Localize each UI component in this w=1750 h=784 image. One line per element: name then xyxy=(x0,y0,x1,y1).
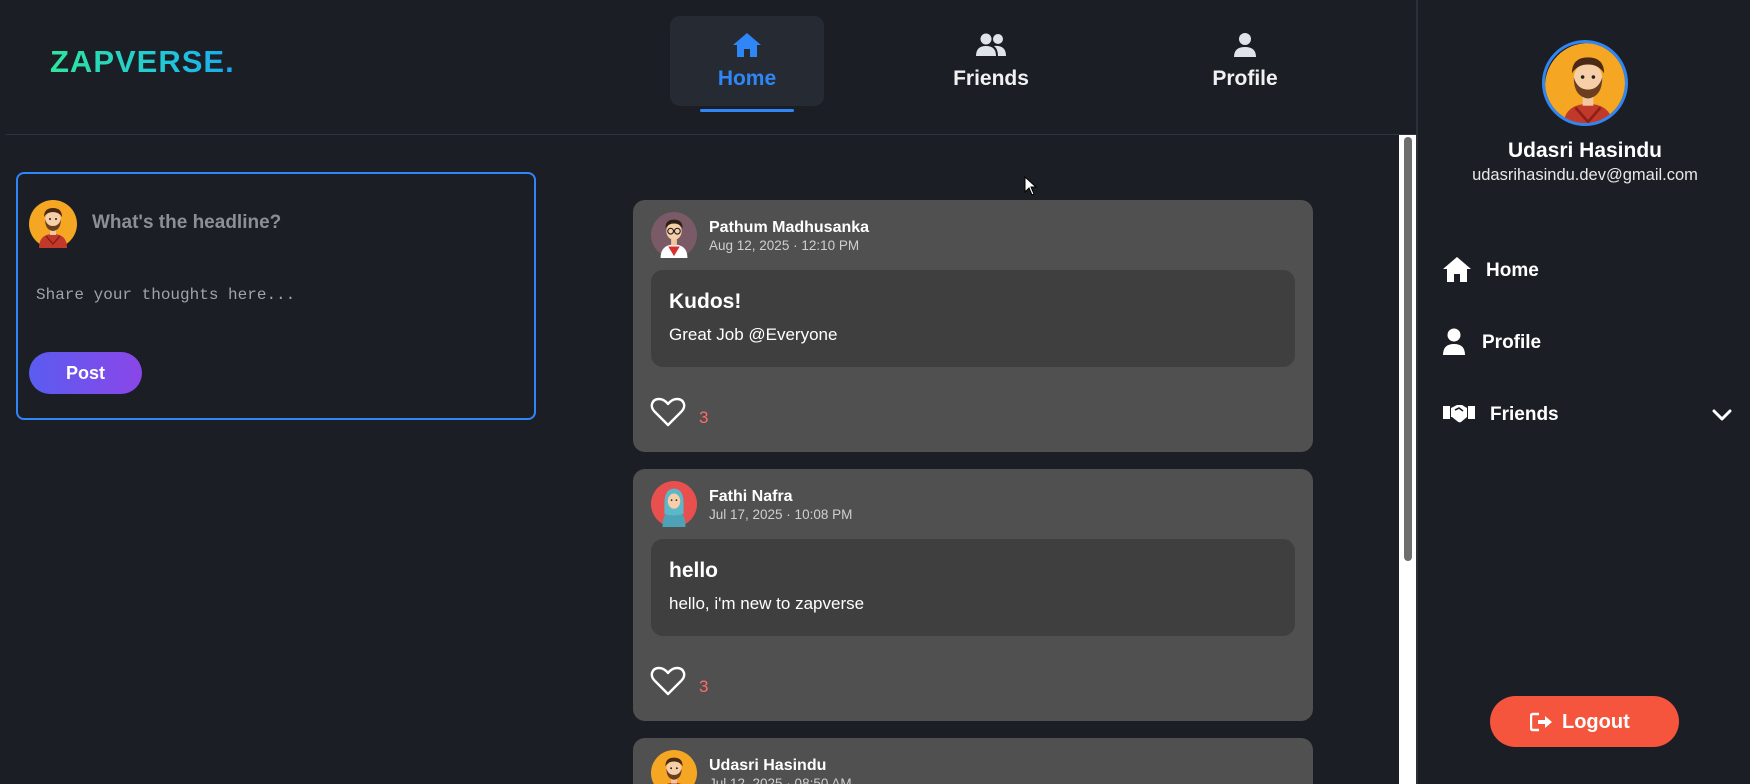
active-tab-indicator xyxy=(700,109,794,112)
like-count: 3 xyxy=(699,677,709,696)
logout-button[interactable]: Logout xyxy=(1490,696,1679,747)
logout-label: Logout xyxy=(1562,711,1630,733)
sidebar-item-label: Friends xyxy=(1490,404,1559,425)
author-avatar[interactable] xyxy=(651,750,697,784)
home-icon xyxy=(732,32,762,63)
user-name: Udasri Hasindu xyxy=(1507,139,1663,162)
nav-tab-label: Friends xyxy=(953,67,1029,90)
main-area: ZAPVERSE. Home Friends Profile What's th… xyxy=(0,0,1416,784)
post-card: Udasri Hasindu Jul 12, 2025 · 08:50 AM xyxy=(633,738,1313,784)
user-icon xyxy=(1233,32,1257,63)
post-card: Pathum Madhusanka Aug 12, 2025 · 12:10 P… xyxy=(633,200,1313,452)
nav-tab-label: Profile xyxy=(1212,67,1278,90)
post-card: Fathi Nafra Jul 17, 2025 · 10:08 PM hell… xyxy=(633,469,1313,721)
sidebar-item-label: Home xyxy=(1486,260,1539,281)
logout-icon xyxy=(1529,712,1554,738)
handshake-icon xyxy=(1442,400,1476,432)
sidebar-item-profile[interactable]: Profile xyxy=(1442,322,1732,362)
post-body: hello hello, i'm new to zapverse xyxy=(651,539,1295,636)
post-body: Kudos! Great Job @Everyone xyxy=(651,270,1295,367)
home-icon xyxy=(1442,256,1472,289)
post-composer: Post xyxy=(16,172,536,420)
like-count: 3 xyxy=(699,408,709,427)
post-timestamp: Jul 12, 2025 · 08:50 AM xyxy=(709,776,852,784)
author-avatar[interactable] xyxy=(651,212,697,258)
sidebar-item-home[interactable]: Home xyxy=(1442,250,1732,290)
nav-tab-label: Home xyxy=(717,67,777,90)
post-text: hello, i'm new to zapverse xyxy=(669,594,865,613)
author-avatar[interactable] xyxy=(651,481,697,527)
post-author[interactable]: Fathi Nafra xyxy=(709,488,793,506)
post-text: Great Job @Everyone xyxy=(669,325,838,344)
post-timestamp: Aug 12, 2025 · 12:10 PM xyxy=(709,238,860,253)
sidebar-item-label: Profile xyxy=(1482,332,1542,353)
nav-tab-friends[interactable]: Friends xyxy=(914,16,1068,106)
chevron-down-icon[interactable] xyxy=(1712,406,1732,428)
user-avatar[interactable] xyxy=(1542,40,1628,126)
post-timestamp: Jul 17, 2025 · 10:08 PM xyxy=(709,507,853,522)
user-icon xyxy=(1442,328,1466,362)
post-button[interactable]: Post xyxy=(29,352,142,394)
scrollbar-thumb[interactable] xyxy=(1404,137,1412,561)
post-title: hello xyxy=(669,559,719,582)
nav-tab-profile[interactable]: Profile xyxy=(1168,16,1322,106)
post-title: Kudos! xyxy=(669,290,742,313)
sidebar-item-friends[interactable]: Friends xyxy=(1442,394,1732,434)
composer-avatar xyxy=(29,200,77,248)
headline-input[interactable] xyxy=(92,212,512,234)
post-author[interactable]: Pathum Madhusanka xyxy=(709,219,869,237)
heart-icon[interactable] xyxy=(650,665,686,697)
thoughts-textarea[interactable] xyxy=(36,286,516,346)
brand-logo[interactable]: ZAPVERSE. xyxy=(50,44,235,80)
users-icon xyxy=(975,32,1007,63)
mouse-cursor-icon xyxy=(1024,176,1038,196)
top-navbar: ZAPVERSE. Home Friends Profile xyxy=(6,0,1416,135)
right-sidebar: Udasri Hasindu udasrihasindu.dev@gmail.c… xyxy=(1416,0,1750,784)
post-author[interactable]: Udasri Hasindu xyxy=(709,757,826,775)
user-email: udasrihasindu.dev@gmail.com xyxy=(1472,166,1698,184)
nav-tab-home[interactable]: Home xyxy=(670,16,824,112)
heart-icon[interactable] xyxy=(650,396,686,428)
